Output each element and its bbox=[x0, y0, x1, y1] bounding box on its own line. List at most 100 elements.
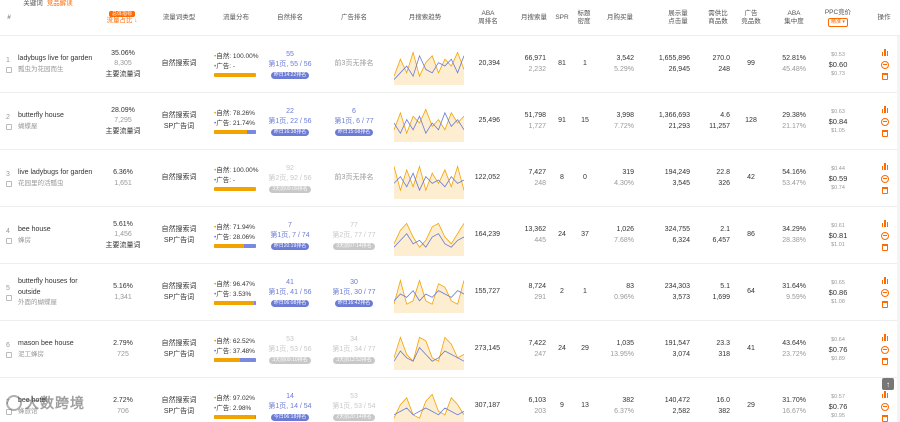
trend-analysis-button[interactable] bbox=[881, 163, 889, 171]
row-checkbox[interactable] bbox=[6, 123, 12, 130]
monthly-buy: 382 bbox=[622, 397, 634, 404]
natural-rank-position[interactable]: 55 bbox=[286, 50, 294, 61]
natural-rank-position[interactable]: 14 bbox=[286, 392, 294, 403]
keyword-text[interactable]: bee house bbox=[18, 225, 100, 236]
competitor-link[interactable]: 竞品解读 bbox=[47, 0, 73, 8]
keyword-text[interactable]: mason bee house bbox=[18, 339, 100, 350]
aba-concentration: 31.70% bbox=[782, 397, 806, 404]
natural-dot-icon: • bbox=[214, 224, 217, 232]
monthly-buy: 319 bbox=[622, 169, 634, 176]
row-checkbox[interactable] bbox=[6, 351, 12, 358]
natural-rank-position[interactable]: 41 bbox=[286, 278, 294, 289]
trend-analysis-button[interactable] bbox=[881, 277, 889, 285]
title-density-cell: 1 bbox=[578, 36, 592, 93]
table-row[interactable]: 3 live ladybugs for garden 花园里的活瓢虫 6.36%… bbox=[0, 150, 900, 207]
delete-button[interactable] bbox=[881, 130, 889, 138]
trend-analysis-button[interactable] bbox=[881, 391, 889, 399]
natural-rank-position[interactable]: 92 bbox=[286, 164, 294, 175]
delete-button[interactable] bbox=[881, 73, 889, 81]
header-traffic[interactable]: 总体指标 流量占比 ↓ bbox=[102, 0, 142, 36]
row-checkbox[interactable] bbox=[6, 237, 12, 244]
monthly-search: 66,971 bbox=[524, 55, 546, 62]
clicks: 3,074 bbox=[672, 350, 690, 358]
keyword-text[interactable]: ladybugs live for garden bbox=[18, 54, 100, 65]
remove-keyword-button[interactable] bbox=[881, 231, 889, 240]
impression-cell: 191,547 3,074 bbox=[648, 321, 690, 378]
header-spr[interactable]: SPR bbox=[552, 0, 572, 36]
monthly-buy-cell: 1,026 7.68% bbox=[602, 207, 634, 264]
monthly-trend-chart[interactable] bbox=[394, 330, 464, 370]
distribution-cell: •自然: 96.47% •广告: 3.53% bbox=[214, 264, 264, 321]
monthly-trend-chart[interactable] bbox=[394, 159, 464, 199]
delete-button[interactable] bbox=[881, 415, 889, 422]
ppc-match-select[interactable]: 精准 ▾ bbox=[828, 18, 848, 27]
remove-keyword-button[interactable] bbox=[881, 117, 889, 126]
ad-rank-position[interactable]: 53 bbox=[350, 392, 358, 403]
table-row[interactable]: 4 bee house 蜂房 5.61% 1,456 主要流量词 自然搜索词 S… bbox=[0, 207, 900, 264]
remove-keyword-button[interactable] bbox=[881, 402, 889, 411]
header-ad-products[interactable]: 广告 竞品数 bbox=[738, 0, 764, 36]
delete-button[interactable] bbox=[881, 187, 889, 195]
keyword-text[interactable]: live ladybugs for garden bbox=[18, 168, 100, 179]
keyword-text[interactable]: butterfly house bbox=[18, 111, 100, 122]
monthly-trend-chart[interactable] bbox=[394, 387, 464, 422]
ad-dot-icon: • bbox=[214, 405, 217, 412]
bar-chart-icon bbox=[881, 49, 889, 56]
remove-keyword-button[interactable] bbox=[881, 288, 889, 297]
impressions: 191,547 bbox=[664, 340, 690, 347]
natural-percent: 62.52% bbox=[232, 338, 255, 346]
ad-rank-none: 前3页无排名 bbox=[334, 174, 374, 182]
monthly-trend-chart[interactable] bbox=[394, 45, 464, 85]
header-supply-ratio[interactable]: 需供比 商品数 bbox=[703, 0, 733, 36]
title-density-cell: 0 bbox=[578, 150, 592, 207]
row-checkbox[interactable] bbox=[6, 180, 12, 187]
remove-keyword-button[interactable] bbox=[881, 174, 889, 183]
ad-rank-position[interactable]: 6 bbox=[352, 107, 356, 118]
monthly-trend-chart[interactable] bbox=[394, 216, 464, 256]
monthly-search-cell: 13,362 445 bbox=[512, 207, 546, 264]
trend-analysis-button[interactable] bbox=[881, 334, 889, 342]
ad-rank-position[interactable]: 30 bbox=[350, 278, 358, 289]
header-impressions[interactable]: 展示量 点击量 bbox=[663, 0, 693, 36]
table-row[interactable]: 7 bee hotel 蜂旅馆 2.72% 706 自然搜索词 SP广告词 •自… bbox=[0, 378, 900, 422]
delete-button[interactable] bbox=[881, 244, 889, 252]
natural-rank-position[interactable]: 53 bbox=[286, 335, 294, 346]
monthly-trend-chart[interactable] bbox=[394, 102, 464, 142]
natural-rank-position[interactable]: 22 bbox=[286, 107, 294, 118]
table-row[interactable]: 5 butterfly houses for outside 外面的蝴蝶屋 5.… bbox=[0, 264, 900, 321]
traffic-share-cell: 2.72% 706 bbox=[100, 378, 146, 422]
bar-chart-icon bbox=[881, 277, 889, 284]
delete-button[interactable] bbox=[881, 301, 889, 309]
trend-analysis-button[interactable] bbox=[881, 106, 889, 114]
header-aba-rank[interactable]: ABA 周排名 bbox=[473, 0, 503, 36]
trend-analysis-button[interactable] bbox=[881, 49, 889, 57]
monthly-trend-chart[interactable] bbox=[394, 273, 464, 313]
table-row[interactable]: 2 butterfly house 蝴蝶屋 28.09% 7,295 主要流量词… bbox=[0, 93, 900, 150]
monthly-search: 13,362 bbox=[524, 226, 546, 233]
row-index-cell: 5 bbox=[6, 264, 14, 321]
natural-rank-position[interactable]: 7 bbox=[288, 221, 292, 232]
trend-analysis-button[interactable] bbox=[881, 220, 889, 228]
header-title-density[interactable]: 标题 密度 bbox=[575, 0, 593, 36]
remove-keyword-button[interactable] bbox=[881, 60, 889, 69]
row-index: 6 bbox=[6, 342, 10, 350]
header-monthly-search[interactable]: 月搜索量 bbox=[515, 0, 553, 36]
table-row[interactable]: 6 mason bee house 泥工蜂房 2.79% 725 自然搜索词 S… bbox=[0, 321, 900, 378]
natural-rank-time: 昨日20:19排名 bbox=[270, 242, 310, 251]
ad-rank-position[interactable]: 77 bbox=[350, 221, 358, 232]
remove-keyword-button[interactable] bbox=[881, 345, 889, 354]
supply-ratio-cell: 4.6 11,257 bbox=[700, 93, 730, 150]
row-checkbox[interactable] bbox=[6, 66, 12, 73]
keyword-text[interactable]: butterfly houses for outside bbox=[18, 277, 100, 298]
ad-rank-position[interactable]: 34 bbox=[350, 335, 358, 346]
delete-button[interactable] bbox=[881, 358, 889, 366]
row-checkbox[interactable] bbox=[6, 294, 12, 301]
aba-concentration: 43.64% bbox=[782, 340, 806, 347]
header-aba-concentration[interactable]: ABA 集中度 bbox=[780, 0, 808, 36]
header-monthly-buy[interactable]: 月购买量 bbox=[604, 0, 636, 36]
scroll-top-button[interactable]: ↑ bbox=[882, 378, 894, 390]
traffic-share-cell: 28.09% 7,295 主要流量词 bbox=[100, 93, 146, 150]
natural-rank-time: 昨日06:08排名 bbox=[270, 299, 310, 308]
traffic-share-cell: 5.16% 1,341 bbox=[100, 264, 146, 321]
table-row[interactable]: 1 ladybugs live for garden 瓢虫为花园而生 35.06… bbox=[0, 36, 900, 93]
